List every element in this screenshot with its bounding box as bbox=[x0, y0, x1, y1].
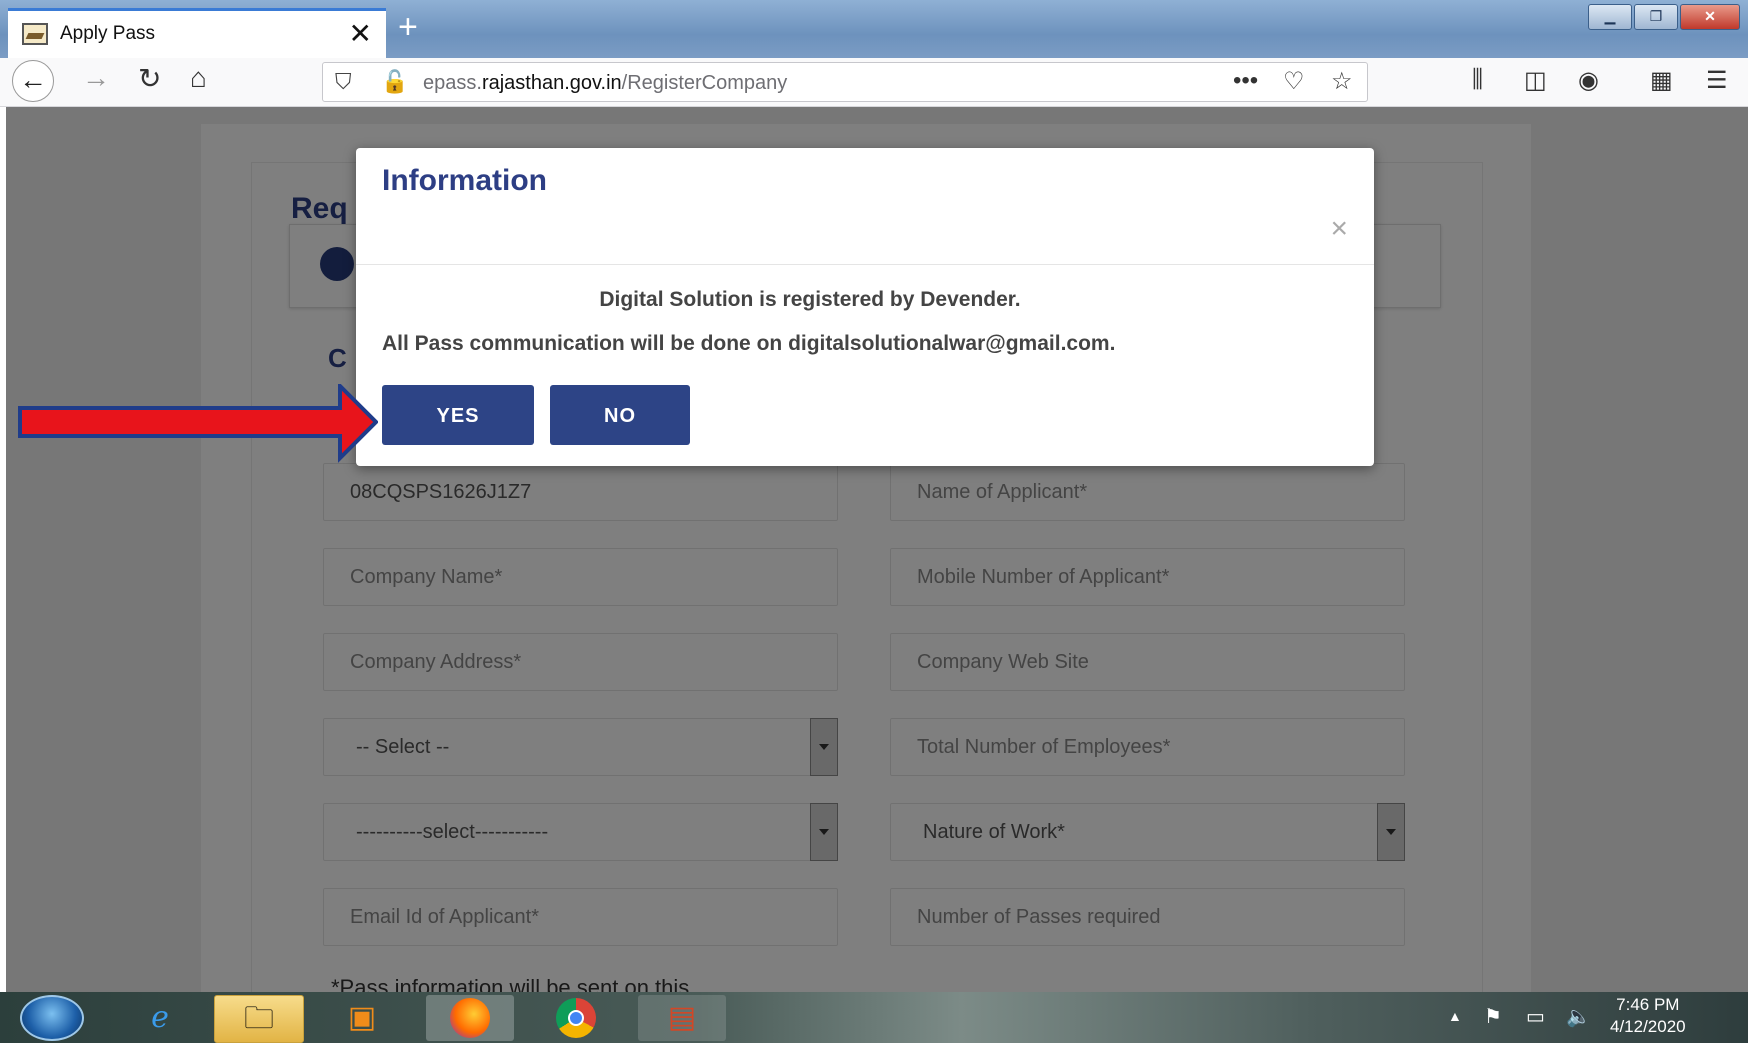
page-actions-icon[interactable]: ••• bbox=[1233, 67, 1258, 95]
modal-message-registered: Digital Solution is registered by Devend… bbox=[599, 288, 1021, 311]
window-close-icon[interactable]: ✕ bbox=[1680, 4, 1740, 30]
site-favicon-icon bbox=[22, 23, 48, 45]
hamburger-menu-icon[interactable]: ☰ bbox=[1706, 66, 1728, 95]
annotation-arrow-icon bbox=[18, 384, 378, 463]
chrome-icon[interactable] bbox=[532, 995, 620, 1041]
pocket-icon[interactable]: ♡ bbox=[1283, 67, 1305, 96]
new-tab-icon[interactable]: + bbox=[398, 8, 418, 47]
bookmark-star-icon[interactable]: ☆ bbox=[1331, 67, 1353, 96]
yes-button[interactable]: YES bbox=[382, 385, 534, 445]
windows-taskbar: ℯ 🗀 ▣ ▤ ▲ ⚑ ▭ 🔈 7:46 PM 4/12/2020 bbox=[0, 992, 1748, 1043]
account-icon[interactable]: ◉ bbox=[1578, 66, 1599, 95]
powerpoint-icon[interactable]: ▤ bbox=[638, 995, 726, 1041]
url-bar[interactable]: ⛉ 🔓 epass.rajasthan.gov.in/RegisterCompa… bbox=[322, 62, 1368, 102]
firefox-icon[interactable] bbox=[426, 995, 514, 1041]
tab-title: Apply Pass bbox=[60, 23, 156, 44]
clock-date: 4/12/2020 bbox=[1610, 1017, 1686, 1036]
window-controls: ▁ ❐ ✕ bbox=[1586, 4, 1740, 30]
system-clock[interactable]: 7:46 PM 4/12/2020 bbox=[1610, 994, 1686, 1038]
media-player-icon[interactable]: ▣ bbox=[318, 995, 406, 1041]
minimize-icon[interactable]: ▁ bbox=[1588, 4, 1632, 30]
start-button[interactable] bbox=[20, 995, 84, 1041]
browser-tab-bar: Apply Pass ✕ + ▁ ❐ ✕ bbox=[0, 0, 1748, 58]
extensions-gift-icon[interactable]: ▦ bbox=[1650, 66, 1673, 95]
network-icon[interactable]: ▭ bbox=[1526, 1004, 1545, 1029]
clock-time: 7:46 PM bbox=[1616, 995, 1680, 1014]
action-center-flag-icon[interactable]: ⚑ bbox=[1484, 1004, 1502, 1029]
show-hidden-icons-icon[interactable]: ▲ bbox=[1448, 1008, 1462, 1024]
internet-explorer-icon[interactable]: ℯ bbox=[116, 995, 204, 1041]
tracking-shield-icon[interactable]: ⛉ bbox=[335, 69, 352, 95]
volume-icon[interactable]: 🔈 bbox=[1566, 1004, 1591, 1029]
insecure-lock-icon[interactable]: 🔓 bbox=[381, 69, 408, 95]
modal-divider bbox=[356, 264, 1374, 265]
file-explorer-icon[interactable]: 🗀 bbox=[214, 995, 304, 1043]
no-button[interactable]: NO bbox=[550, 385, 690, 445]
information-modal: Information × Digital Solution is regist… bbox=[356, 148, 1374, 466]
sidebar-icon[interactable]: ◫ bbox=[1524, 66, 1547, 95]
browser-nav-bar: ← → ↻ ⌂ ⛉ 🔓 epass.rajasthan.gov.in/Regis… bbox=[0, 58, 1748, 107]
modal-title: Information bbox=[382, 164, 547, 197]
modal-message-email: All Pass communication will be done on d… bbox=[382, 332, 1116, 355]
library-icon[interactable]: ⫼ bbox=[1472, 66, 1483, 94]
browser-tab[interactable]: Apply Pass ✕ bbox=[8, 8, 386, 58]
url-text[interactable]: epass.rajasthan.gov.in/RegisterCompany bbox=[423, 72, 787, 95]
tab-close-icon[interactable]: ✕ bbox=[349, 17, 372, 50]
home-icon[interactable]: ⌂ bbox=[190, 62, 207, 94]
restore-icon[interactable]: ❐ bbox=[1634, 4, 1678, 30]
reload-icon[interactable]: ↻ bbox=[138, 62, 161, 95]
forward-arrow-icon[interactable]: → bbox=[82, 62, 110, 94]
modal-close-icon[interactable]: × bbox=[1330, 212, 1348, 246]
back-arrow-icon[interactable]: ← bbox=[12, 60, 54, 102]
